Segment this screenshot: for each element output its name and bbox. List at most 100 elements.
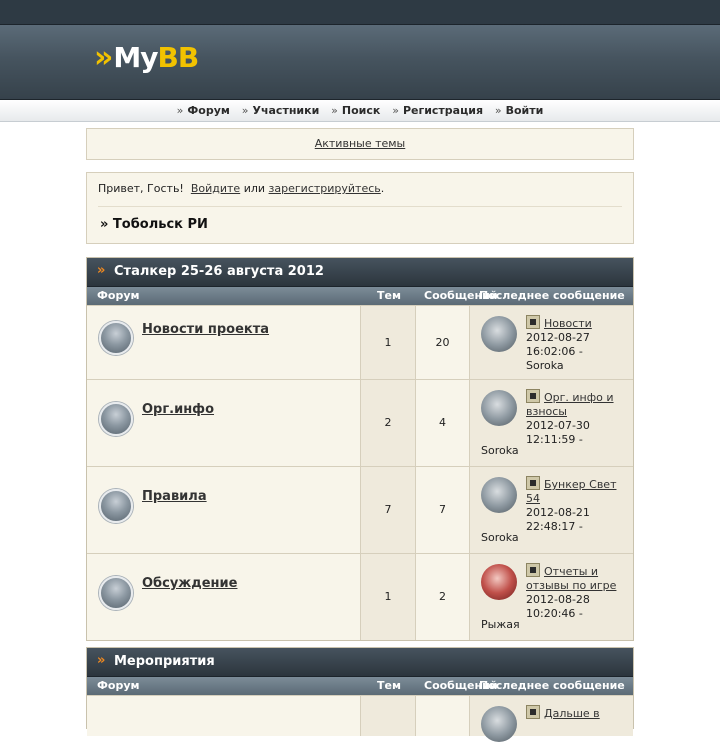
last-post-time: 16:02:06 -	[526, 345, 583, 358]
forum-link[interactable]: Новости проекта	[142, 322, 269, 337]
chevron-right-icon: »	[331, 104, 338, 117]
category-title[interactable]: Сталкер 25-26 августа 2012	[114, 264, 324, 279]
chevron-right-icon: »	[176, 104, 184, 117]
nav-login-label: Войти	[505, 104, 544, 117]
nav-search[interactable]: » Поиск	[331, 100, 380, 121]
forum-cell	[87, 696, 361, 736]
posts-count: 4	[416, 380, 470, 466]
category-title[interactable]: Мероприятия	[114, 654, 215, 669]
logo-text-my: My	[113, 41, 158, 74]
forum-row: Правила 7 7 Бункер Свет 54 2012-08-21 22…	[87, 467, 633, 554]
topics-value: 1	[384, 590, 392, 603]
forum-cell: Новости проекта	[87, 306, 361, 379]
avatar[interactable]	[481, 390, 517, 426]
nav-register-label: Регистрация	[402, 104, 484, 117]
divider	[98, 206, 622, 207]
posts-value: 2	[439, 590, 446, 603]
post-icon	[526, 705, 540, 719]
forum-row: Новости проекта 1 20 Новости 2012-08-27 …	[87, 306, 633, 380]
last-post-author[interactable]: Рыжая	[481, 618, 627, 632]
avatar[interactable]	[481, 706, 517, 742]
forum-status-icon	[99, 576, 133, 610]
posts-count: 20	[416, 306, 470, 379]
last-post-date: 2012-07-30	[526, 419, 590, 432]
avatar[interactable]	[481, 564, 517, 600]
col-last: Последнее сообщение	[479, 679, 625, 692]
avatar[interactable]	[481, 316, 517, 352]
category-stalker: » Сталкер 25-26 августа 2012 Форум Тем С…	[86, 257, 634, 641]
category-events: » Мероприятия Форум Тем Сообщений Послед…	[86, 647, 634, 742]
forum-cell: Обсуждение	[87, 554, 361, 640]
chevron-right-icon: »	[241, 104, 249, 117]
last-post-link-cont[interactable]: 54	[526, 492, 540, 505]
last-post-link[interactable]: Отчеты и	[544, 565, 598, 578]
posts-value: 4	[439, 416, 446, 429]
last-post-date: 2012-08-28	[526, 593, 590, 606]
forum-cell: Орг.инфо	[87, 380, 361, 466]
forum-row: Орг.инфо 2 4 Орг. инфо и взносы 2012-07-…	[87, 380, 633, 467]
forum-link[interactable]: Правила	[142, 489, 207, 504]
nav-login[interactable]: » Войти	[495, 100, 543, 121]
last-post-info: Новости 2012-08-27 16:02:06 - Soroka	[526, 315, 627, 373]
logo-arrows-icon: »	[94, 40, 114, 75]
last-post-link[interactable]: Орг. инфо и	[544, 391, 614, 404]
welcome-box: Привет, Гость! Войдите или зарегистрируй…	[86, 172, 634, 244]
topics-count: 1	[361, 306, 416, 379]
posts-value: 7	[439, 503, 446, 516]
last-post-cell: Дальше в	[470, 696, 633, 742]
last-post-cell: Новости 2012-08-27 16:02:06 - Soroka	[470, 306, 633, 379]
last-post-link[interactable]: Новости	[544, 317, 592, 330]
nav-forum-label: Форум	[187, 104, 230, 117]
topics-count: 1	[361, 554, 416, 640]
site-header: » My BB	[0, 25, 720, 100]
forum-row: Дальше в	[87, 696, 633, 742]
active-topics-link[interactable]: Активные темы	[315, 137, 406, 150]
mybb-logo[interactable]: » My BB	[94, 40, 200, 76]
posts-count	[416, 696, 470, 736]
post-icon	[526, 563, 540, 577]
topics-value: 1	[384, 335, 392, 349]
topics-count: 2	[361, 380, 416, 466]
last-post-link-cont[interactable]: отзывы по игре	[526, 579, 616, 592]
double-chevron-icon: »	[97, 263, 106, 278]
last-post-author[interactable]: Soroka	[481, 444, 627, 458]
post-icon	[526, 389, 540, 403]
post-icon	[526, 476, 540, 490]
greeting-text: Привет, Гость!	[98, 182, 184, 195]
last-post-link[interactable]: Дальше в	[544, 707, 600, 720]
last-post-date: 2012-08-27	[526, 331, 590, 344]
top-bar	[0, 0, 720, 25]
last-post-link-cont[interactable]: взносы	[526, 405, 567, 418]
last-post-author[interactable]: Soroka	[481, 531, 627, 545]
greeting: Привет, Гость! Войдите или зарегистрируй…	[98, 182, 384, 195]
last-post-info: Дальше в	[526, 705, 627, 721]
forum-link[interactable]: Орг.инфо	[142, 402, 214, 417]
nav-search-label: Поиск	[341, 104, 381, 117]
column-header: Форум Тем Сообщений Последнее сообщение	[87, 287, 633, 306]
category-header: » Сталкер 25-26 августа 2012	[87, 258, 633, 287]
nav-members-label: Участники	[252, 104, 320, 117]
register-link[interactable]: зарегистрируйтесь	[269, 182, 381, 195]
breadcrumb[interactable]: » Тобольск РИ	[100, 217, 208, 232]
col-forum: Форум	[97, 289, 140, 302]
double-chevron-icon: »	[97, 653, 106, 668]
chevron-right-icon: »	[392, 104, 399, 117]
logo-text-bb: BB	[157, 41, 200, 74]
column-header: Форум Тем Сообщений Последнее сообщение	[87, 677, 633, 696]
forum-status-icon	[99, 402, 133, 436]
post-icon	[526, 315, 540, 329]
forum-status-icon	[99, 321, 133, 355]
nav-register[interactable]: » Регистрация	[392, 100, 483, 121]
nav-members[interactable]: » Участники	[242, 100, 320, 121]
last-post-author[interactable]: Soroka	[526, 359, 564, 372]
last-post-cell: Отчеты и отзывы по игре 2012-08-28 10:20…	[470, 554, 633, 640]
topics-count	[361, 696, 416, 736]
last-post-link[interactable]: Бункер Свет	[544, 478, 616, 491]
main-nav: » Форум » Участники » Поиск » Регистрация » В…	[0, 100, 720, 122]
forum-row: Обсуждение 1 2 Отчеты и отзывы по игре 2…	[87, 554, 633, 640]
login-link[interactable]: Войдите	[191, 182, 240, 195]
avatar[interactable]	[481, 477, 517, 513]
forum-link[interactable]: Обсуждение	[142, 576, 237, 591]
last-post-info: Орг. инфо и взносы 2012-07-30 12:11:59 -	[526, 389, 627, 447]
nav-forum[interactable]: » Форум	[177, 100, 230, 121]
